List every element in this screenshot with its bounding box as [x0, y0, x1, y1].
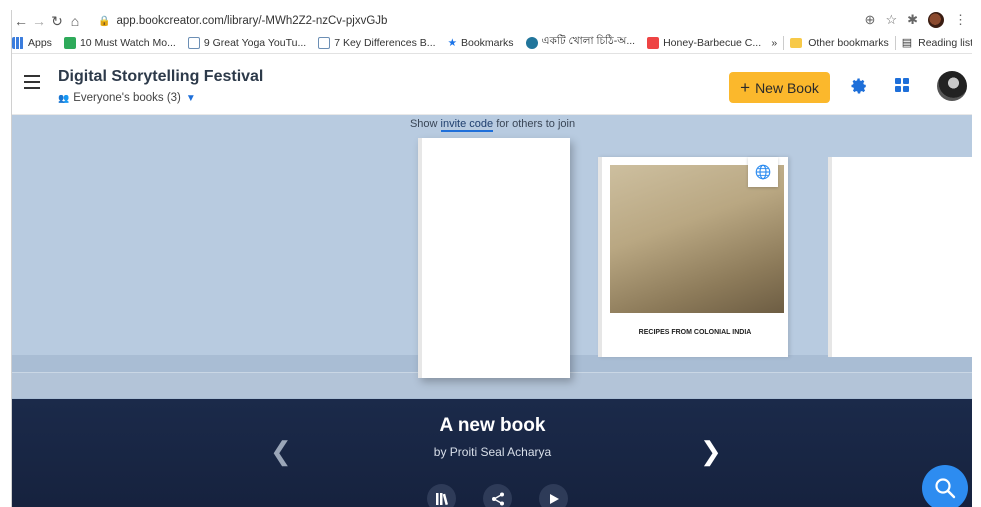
grid-view-icon[interactable] [895, 78, 909, 92]
book-cover-illustration [610, 165, 784, 313]
reading-list-icon: ▤ [901, 37, 913, 49]
play-icon[interactable] [539, 484, 568, 507]
book-title: A new book [439, 415, 546, 436]
bookmarks-right: » Other bookmarks ▤ Reading list [771, 35, 972, 50]
apps-grid-icon [12, 36, 24, 49]
bookmark-h-icon [318, 36, 331, 49]
bookmark-green-icon [63, 36, 76, 49]
bookmark-apps[interactable]: Apps [12, 36, 52, 49]
bookmark-star-icon[interactable]: ☆ [885, 12, 897, 28]
bookmark-bookmarks[interactable]: ★ Bookmarks [448, 37, 514, 49]
share-icon[interactable] [483, 484, 512, 507]
library-filter-label: Everyone's books (3) [73, 92, 181, 104]
profile-avatar-icon[interactable] [928, 12, 944, 28]
bookmark-item[interactable]: একটি খোলা চিঠি-অ... [525, 34, 635, 51]
search-icon [935, 478, 956, 499]
browser-window: ← → ↻ ⌂ 🔒 app.bookcreator.com/library/-M… [11, 10, 972, 507]
home-icon[interactable]: ⌂ [66, 13, 84, 29]
wordpress-icon [525, 36, 538, 49]
menu-kebab-icon[interactable]: ⋮ [954, 12, 967, 28]
divider [894, 35, 896, 50]
user-avatar[interactable] [937, 71, 967, 101]
bookmark-item[interactable]: 9 Great Yoga YouTu... [187, 36, 306, 49]
divider [783, 35, 785, 50]
book-info-panel: ❮ A new book by Proiti Seal Acharya ❯ [12, 399, 972, 507]
invite-prompt: Show invite code for others to join [409, 118, 576, 132]
app-header: Digital Storytelling Festival 👥 Everyone… [12, 55, 972, 115]
book-cover-title: RECIPES FROM COLONIAL INDIA [638, 329, 752, 336]
star-icon: ★ [447, 36, 457, 49]
bookmarks-overflow-button[interactable]: » [771, 37, 777, 49]
plus-icon: + [740, 77, 751, 97]
bookmarks-bar: Apps 10 Must Watch Mo... 9 Great Yoga Yo… [12, 32, 972, 54]
globe-icon[interactable] [748, 157, 778, 187]
forward-arrow-icon[interactable]: → [30, 13, 48, 29]
extensions-icon[interactable]: ✱ [907, 12, 918, 28]
book-author: by Proiti Seal Acharya [433, 445, 552, 459]
new-book-label: New Book [755, 79, 819, 96]
address-bar: ← → ↻ ⌂ 🔒 app.bookcreator.com/library/-M… [12, 10, 972, 32]
book-actions [427, 484, 568, 507]
recipe-icon [647, 36, 660, 49]
chevron-down-icon: ▼ [185, 92, 196, 104]
search-fab-button[interactable] [922, 465, 968, 507]
invite-code-link[interactable]: invite code [440, 118, 494, 132]
library-books-icon[interactable] [427, 484, 456, 507]
gear-icon[interactable] [850, 77, 868, 95]
book-cover[interactable] [828, 157, 972, 357]
next-book-arrow-icon[interactable]: ❯ [700, 436, 722, 467]
other-bookmarks-link[interactable]: Other bookmarks [808, 37, 889, 49]
library-title: Digital Storytelling Festival [58, 68, 264, 85]
bookmark-item[interactable]: 10 Must Watch Mo... [63, 36, 176, 49]
bookmark-item[interactable]: 7 Key Differences B... [318, 36, 436, 49]
install-app-icon[interactable]: ⊕ [865, 12, 876, 28]
url-field[interactable]: app.bookcreator.com/library/-MWh2Z2-nzCv… [116, 15, 387, 27]
folder-icon [790, 37, 803, 48]
reload-icon[interactable]: ↻ [48, 13, 66, 30]
bookmark-h-icon [187, 36, 200, 49]
library-filter[interactable]: 👥 Everyone's books (3) ▼ [58, 92, 196, 104]
browser-toolbar-right: ⊕ ☆ ✱ ⋮ [865, 12, 967, 28]
lock-icon[interactable]: 🔒 [98, 16, 110, 27]
new-book-button[interactable]: + New Book [729, 72, 830, 103]
bookmark-item[interactable]: Honey-Barbecue C... [647, 36, 761, 49]
reading-list-link[interactable]: Reading list [918, 37, 972, 49]
hamburger-menu-icon[interactable] [24, 75, 40, 89]
back-arrow-icon[interactable]: ← [12, 13, 30, 29]
selected-book-cover[interactable] [418, 138, 570, 378]
book-cover[interactable]: RECIPES FROM COLONIAL INDIA [598, 157, 788, 357]
people-icon: 👥 [58, 92, 69, 103]
